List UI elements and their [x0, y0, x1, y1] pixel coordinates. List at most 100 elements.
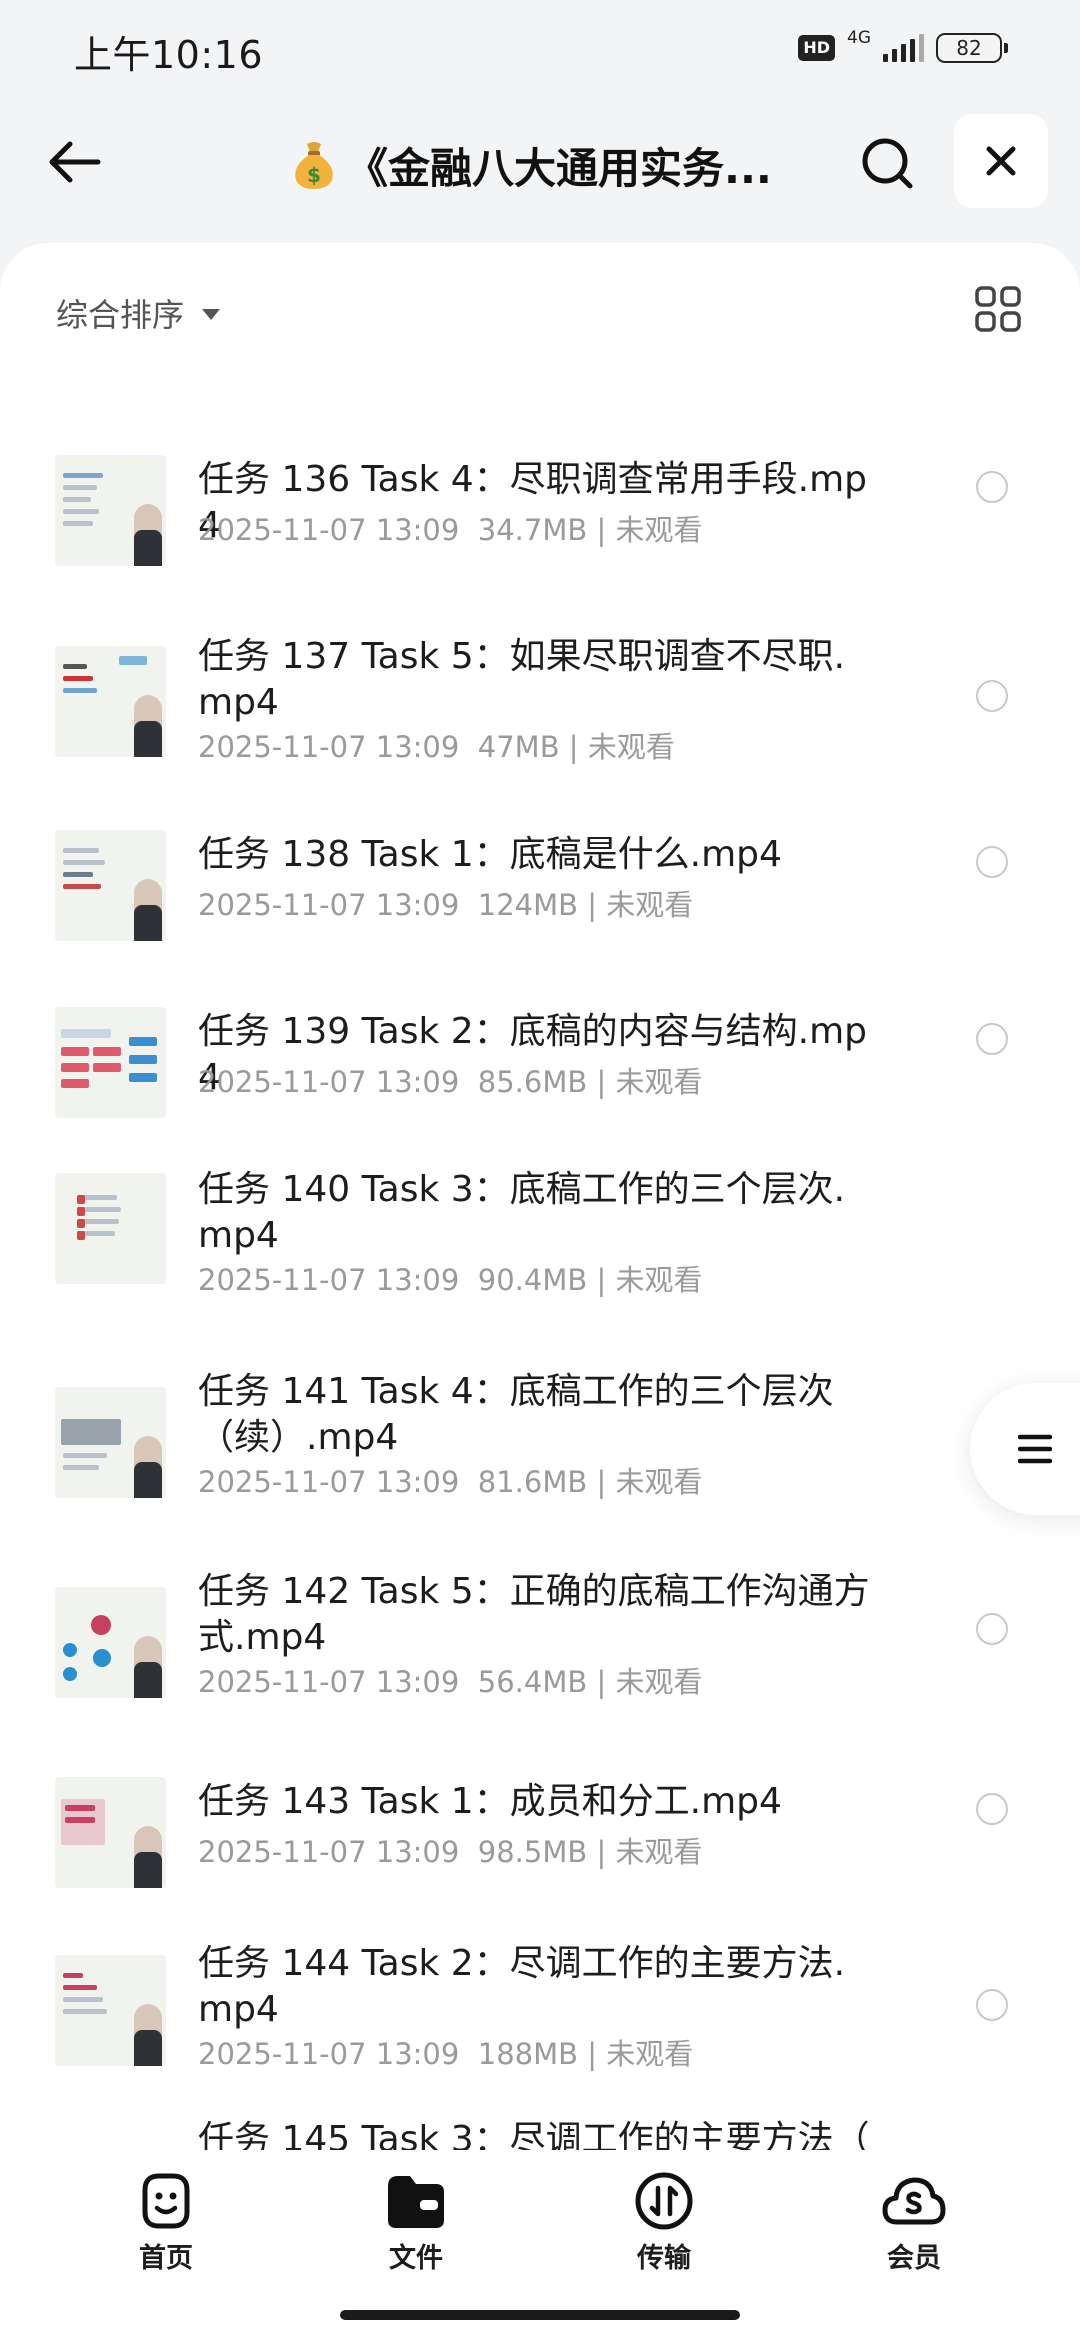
close-icon: [986, 146, 1016, 176]
file-meta: 2025-11-07 13:09 34.7MB | 未观看: [198, 513, 703, 547]
file-row[interactable]: 任务 144 Task 2：尽调工作的主要方法.mp4 2025-11-07 1…: [0, 1905, 1080, 2105]
tab-label: 会员: [887, 2243, 941, 2274]
select-radio[interactable]: [976, 1989, 1008, 2021]
tab-membership[interactable]: 会员: [844, 2168, 984, 2288]
file-name: 任务 138 Task 1：底稿是什么.mp4: [198, 834, 782, 875]
select-radio[interactable]: [976, 1793, 1008, 1825]
file-name: 任务 143 Task 1：成员和分工.mp4: [198, 1781, 782, 1822]
home-indicator[interactable]: [340, 2310, 740, 2320]
file-date: 2025-11-07 13:09: [198, 730, 460, 764]
file-date: 2025-11-07 13:09: [198, 1263, 460, 1297]
hd-voice-badge: HD: [798, 35, 835, 61]
folder-icon: [388, 2176, 444, 2228]
watch-status: 未观看: [615, 1065, 703, 1099]
file-name: 任务 142 Task 5：正确的底稿工作沟通方式.mp4: [198, 1571, 870, 1658]
watch-status: 未观看: [615, 1263, 703, 1297]
file-size: 81.6MB: [477, 1465, 588, 1499]
file-row[interactable]: 任务 142 Task 5：正确的底稿工作沟通方式.mp4 2025-11-07…: [0, 1533, 1080, 1733]
file-size: 34.7MB: [477, 513, 588, 547]
watch-status: 未观看: [587, 730, 675, 764]
file-size: 47MB: [477, 730, 560, 764]
transfer-icon: [635, 2172, 693, 2230]
caret-down-icon: [202, 309, 221, 320]
file-name: 任务 145 Task 3：尽调工作的主要方法（: [198, 2119, 870, 2153]
video-thumbnail: [55, 1173, 166, 1284]
network-type: 4G: [847, 28, 871, 48]
file-date: 2025-11-07 13:09: [198, 1465, 460, 1499]
file-meta: 2025-11-07 13:09 85.6MB | 未观看: [198, 1065, 703, 1099]
file-row[interactable]: 任务 143 Task 1：成员和分工.mp4 2025-11-07 13:09…: [0, 1733, 1080, 1903]
watch-status: 未观看: [615, 513, 703, 547]
file-date: 2025-11-07 13:09: [198, 513, 460, 547]
signal-strength-icon: [883, 34, 924, 62]
select-radio[interactable]: [976, 1023, 1008, 1055]
file-date: 2025-11-07 13:09: [198, 1065, 460, 1099]
file-size: 85.6MB: [477, 1065, 588, 1099]
search-icon: [862, 138, 913, 189]
file-name: 任务 140 Task 3：底稿工作的三个层次.mp4: [198, 1169, 846, 1256]
file-meta: 2025-11-07 13:09 90.4MB | 未观看: [198, 1263, 703, 1297]
svg-text:$: $: [307, 163, 321, 187]
search-button[interactable]: [856, 132, 920, 196]
file-date: 2025-11-07 13:09: [198, 1665, 460, 1699]
select-radio[interactable]: [976, 680, 1008, 712]
video-thumbnail: [55, 1955, 166, 2066]
bottom-tab-bar: 首页 文件 传输 会员: [0, 2150, 1080, 2340]
folder-title: 《金融八大通用实务...: [346, 143, 772, 193]
money-bag-icon: $: [288, 139, 340, 191]
arrow-left-icon: [49, 141, 101, 183]
file-date: 2025-11-07 13:09: [198, 2037, 460, 2071]
file-list-panel: 综合排序 任务 136 Task 4：尽职调查常用手段.mp4 2025-11-…: [0, 243, 1080, 2153]
tab-files[interactable]: 文件: [346, 2168, 486, 2288]
watch-status: 未观看: [615, 1465, 703, 1499]
select-radio[interactable]: [976, 471, 1008, 503]
video-thumbnail: [55, 1777, 166, 1888]
sort-label: 综合排序: [56, 296, 185, 334]
file-size: 98.5MB: [477, 1835, 588, 1869]
status-indicators: HD 4G 82: [798, 28, 1008, 66]
battery-level: 82: [956, 36, 982, 60]
video-thumbnail: [55, 646, 166, 757]
file-meta: 2025-11-07 13:09 124MB | 未观看: [198, 888, 694, 922]
file-name: 任务 141 Task 4：底稿工作的三个层次（续）.mp4: [198, 1371, 834, 1458]
video-thumbnail: [55, 455, 166, 566]
page-title: $ 《金融八大通用实务...: [288, 136, 798, 194]
file-row[interactable]: 任务 139 Task 2：底稿的内容与结构.mp4 2025-11-07 13…: [0, 963, 1080, 1133]
battery-icon: 82: [936, 33, 1008, 63]
watch-status: 未观看: [606, 2037, 694, 2071]
status-time: 上午10:16: [74, 33, 264, 77]
file-row[interactable]: 任务 136 Task 4：尽职调查常用手段.mp4 2025-11-07 13…: [0, 411, 1080, 571]
file-size: 188MB: [477, 2037, 579, 2071]
video-thumbnail: [55, 1007, 166, 1118]
file-meta: 2025-11-07 13:09 56.4MB | 未观看: [198, 1665, 703, 1699]
file-row[interactable]: 任务 138 Task 1：底稿是什么.mp4 2025-11-07 13:09…: [0, 786, 1080, 956]
file-name: 任务 144 Task 2：尽调工作的主要方法.mp4: [198, 1943, 846, 2030]
file-row[interactable]: 任务 145 Task 3：尽调工作的主要方法（: [0, 2105, 1080, 2153]
grid-view-button[interactable]: [970, 281, 1026, 337]
smiley-face-icon: [142, 2173, 190, 2229]
video-thumbnail: [55, 1587, 166, 1698]
tab-label: 首页: [139, 2243, 193, 2274]
file-meta: 2025-11-07 13:09 81.6MB | 未观看: [198, 1465, 703, 1499]
tab-label: 传输: [637, 2243, 691, 2274]
menu-icon: [1018, 1434, 1052, 1464]
close-button[interactable]: [954, 114, 1048, 208]
status-bar: 上午10:16 HD 4G 82: [0, 0, 1080, 96]
select-radio[interactable]: [976, 846, 1008, 878]
cloud-coin-icon: [882, 2177, 946, 2225]
back-button[interactable]: [42, 130, 106, 194]
header: $ 《金融八大通用实务...: [0, 108, 1080, 218]
select-radio[interactable]: [976, 1613, 1008, 1645]
file-row[interactable]: 任务 141 Task 4：底稿工作的三个层次（续）.mp4 2025-11-0…: [0, 1333, 1080, 1533]
sort-dropdown[interactable]: 综合排序: [56, 283, 221, 343]
file-row[interactable]: 任务 137 Task 5：如果尽职调查不尽职.mp4 2025-11-07 1…: [0, 596, 1080, 796]
tab-transfer[interactable]: 传输: [594, 2168, 734, 2288]
watch-status: 未观看: [615, 1665, 703, 1699]
file-size: 124MB: [477, 888, 579, 922]
watch-status: 未观看: [615, 1835, 703, 1869]
file-row[interactable]: 任务 140 Task 3：底稿工作的三个层次.mp4 2025-11-07 1…: [0, 1133, 1080, 1333]
file-size: 56.4MB: [477, 1665, 588, 1699]
tab-home[interactable]: 首页: [96, 2168, 236, 2288]
tab-label: 文件: [389, 2243, 443, 2274]
video-thumbnail: [55, 830, 166, 941]
